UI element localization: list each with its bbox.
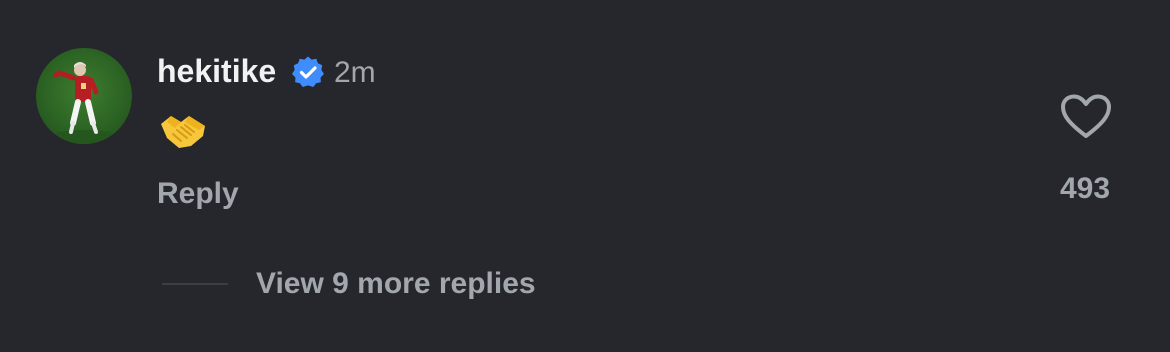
reply-button[interactable]: Reply (157, 174, 239, 214)
verified-badge-icon (291, 55, 325, 89)
like-count: 493 (1059, 172, 1111, 205)
username[interactable]: hekitike (157, 51, 276, 91)
timestamp: 2m (334, 56, 376, 89)
avatar[interactable] (36, 48, 132, 144)
handshake-emoji-icon (159, 108, 209, 152)
replies-divider (162, 283, 228, 285)
view-more-replies-button[interactable]: View 9 more replies (256, 264, 536, 304)
heart-icon[interactable] (1060, 94, 1112, 140)
